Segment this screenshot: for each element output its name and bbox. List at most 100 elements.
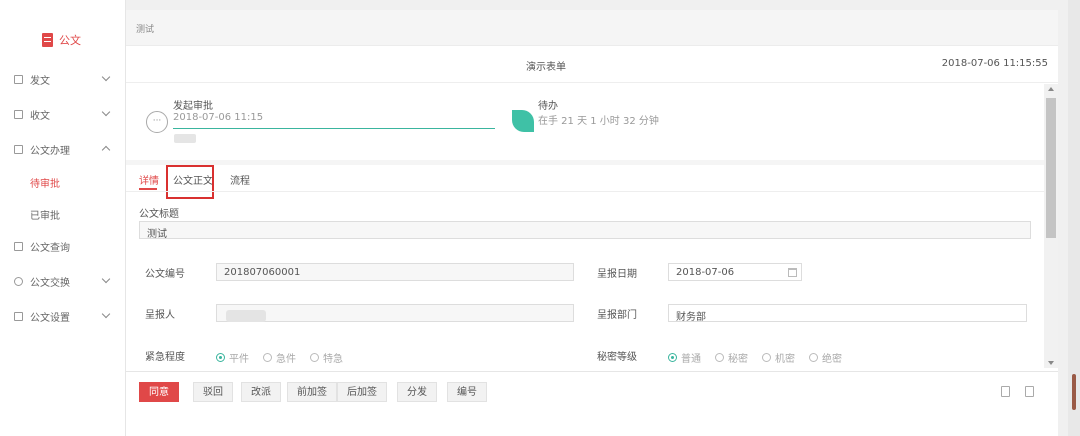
- document-icon: [42, 33, 53, 47]
- chevron-up-icon: [101, 145, 111, 155]
- sidebar-item-send[interactable]: 发文: [0, 67, 126, 91]
- reject-button[interactable]: 驳回: [193, 382, 233, 402]
- pre-sign-button[interactable]: 前加签: [287, 382, 337, 402]
- secret-option-confidential[interactable]: 机密: [762, 350, 795, 365]
- flow-start-icon: ···: [146, 111, 168, 133]
- divider: [126, 191, 1044, 192]
- vertical-scrollbar[interactable]: [1044, 84, 1058, 368]
- approve-button[interactable]: 同意: [139, 382, 179, 402]
- chevron-down-icon: [101, 274, 111, 284]
- chevron-down-icon: [101, 72, 111, 82]
- app-logo-label: 公文: [59, 34, 81, 47]
- blurred-name: [226, 310, 266, 322]
- sidebar-item-exchange[interactable]: 公文交换: [0, 269, 126, 293]
- distribute-button[interactable]: 分发: [397, 382, 437, 402]
- dept-field[interactable]: 财务部: [668, 304, 1027, 323]
- main-panel: 测试 演示表单 2018-07-06 11:15:55 ··· 发起审批 201…: [126, 10, 1058, 436]
- sidebar-item-query[interactable]: 公文查询: [0, 234, 126, 258]
- doc-exchange-icon: [14, 276, 23, 286]
- scroll-marker: [1072, 374, 1076, 410]
- tab-details[interactable]: 详情: [139, 172, 159, 187]
- secret-option-secret[interactable]: 秘密: [715, 350, 748, 365]
- secret-label: 秘密等级: [597, 352, 637, 363]
- sidebar-item-receive[interactable]: 收文: [0, 102, 126, 126]
- sidebar-item-process[interactable]: 公文办理: [0, 137, 126, 161]
- date-value: 2018-07-06: [676, 267, 735, 278]
- numbering-button[interactable]: 编号: [447, 382, 487, 402]
- radio-label: 平件: [229, 354, 249, 365]
- tab-flow[interactable]: 流程: [230, 172, 250, 187]
- flow-start-label: 发起审批: [173, 101, 213, 112]
- urgency-option-normal[interactable]: 平件: [216, 350, 249, 365]
- doc-process-icon: [14, 144, 23, 154]
- divider: [126, 82, 1058, 83]
- chevron-down-icon: [101, 309, 111, 319]
- person-label: 呈报人: [145, 310, 175, 321]
- secret-radio-group: 普通 秘密 机密 绝密: [668, 350, 842, 365]
- print-icon[interactable]: [1025, 386, 1034, 397]
- sidebar-item-label: 公文查询: [30, 242, 70, 254]
- urgency-option-critical[interactable]: 特急: [310, 350, 343, 365]
- form-timestamp: 2018-07-06 11:15:55: [941, 58, 1048, 69]
- window-scrollbar[interactable]: [1068, 0, 1080, 436]
- person-field[interactable]: [216, 304, 574, 322]
- post-sign-button[interactable]: 后加签: [337, 382, 387, 402]
- radio-label: 普通: [681, 354, 701, 365]
- urgency-option-urgent[interactable]: 急件: [263, 350, 296, 365]
- reassign-button[interactable]: 改派: [241, 382, 281, 402]
- calendar-icon[interactable]: [788, 268, 797, 277]
- scroll-up-icon[interactable]: [1048, 87, 1054, 91]
- export-pdf-icon[interactable]: [1001, 386, 1010, 397]
- flow-pending-label: 待办: [538, 101, 558, 112]
- radio-icon: [263, 353, 272, 362]
- flow-pending-duration: 在手 21 天 1 小时 32 分钟: [538, 116, 659, 127]
- leaf-icon: [512, 110, 534, 132]
- number-field[interactable]: 201807060001: [216, 263, 574, 281]
- chevron-down-icon: [101, 107, 111, 117]
- radio-label: 机密: [775, 354, 795, 365]
- flow-start-time: 2018-07-06 11:15: [173, 112, 264, 123]
- sidebar-item-label: 发文: [30, 75, 50, 87]
- sidebar-item-label: 公文交换: [30, 277, 70, 289]
- form-title: 演示表单: [526, 62, 566, 73]
- radio-selected-icon: [216, 353, 225, 362]
- breadcrumb: 测试: [126, 10, 1058, 46]
- urgency-label: 紧急程度: [145, 352, 185, 363]
- radio-icon: [762, 353, 771, 362]
- date-label: 呈报日期: [597, 269, 637, 280]
- doc-search-icon: [14, 241, 23, 251]
- urgency-radio-group: 平件 急件 特急: [216, 350, 343, 365]
- secret-option-normal[interactable]: 普通: [668, 350, 701, 365]
- date-field[interactable]: 2018-07-06: [668, 263, 802, 281]
- sidebar-item-settings[interactable]: 公文设置: [0, 304, 126, 328]
- number-label: 公文编号: [145, 269, 185, 280]
- doc-settings-icon: [14, 311, 23, 321]
- doc-receive-icon: [14, 109, 23, 119]
- radio-label: 绝密: [822, 354, 842, 365]
- flow-progress-line: [173, 128, 495, 129]
- radio-label: 急件: [276, 354, 296, 365]
- sidebar-item-label: 收文: [30, 110, 50, 122]
- divider: [126, 160, 1044, 165]
- radio-icon: [715, 353, 724, 362]
- sidebar-subitem-approved[interactable]: 已审批: [30, 207, 60, 222]
- divider: [126, 371, 1058, 372]
- scroll-down-icon[interactable]: [1048, 361, 1054, 365]
- sidebar-subitem-pending[interactable]: 待审批: [30, 175, 60, 190]
- sidebar: 公文 发文 收文 公文办理 待审批 已审批 公文查询 公文交换 公文设置: [0, 0, 126, 436]
- scrollbar-thumb[interactable]: [1046, 98, 1056, 238]
- title-field[interactable]: 测试: [139, 221, 1031, 240]
- radio-icon: [310, 353, 319, 362]
- sidebar-item-label: 公文办理: [30, 145, 70, 157]
- app-logo[interactable]: 公文: [42, 32, 81, 48]
- blurred-name: [174, 134, 196, 143]
- tab-active-indicator: [139, 188, 157, 190]
- radio-selected-icon: [668, 353, 677, 362]
- sidebar-item-label: 公文设置: [30, 312, 70, 324]
- radio-label: 秘密: [728, 354, 748, 365]
- radio-label: 特急: [323, 354, 343, 365]
- breadcrumb-item[interactable]: 测试: [136, 22, 154, 35]
- secret-option-top-secret[interactable]: 绝密: [809, 350, 842, 365]
- doc-send-icon: [14, 74, 23, 84]
- highlight-box: [166, 165, 214, 199]
